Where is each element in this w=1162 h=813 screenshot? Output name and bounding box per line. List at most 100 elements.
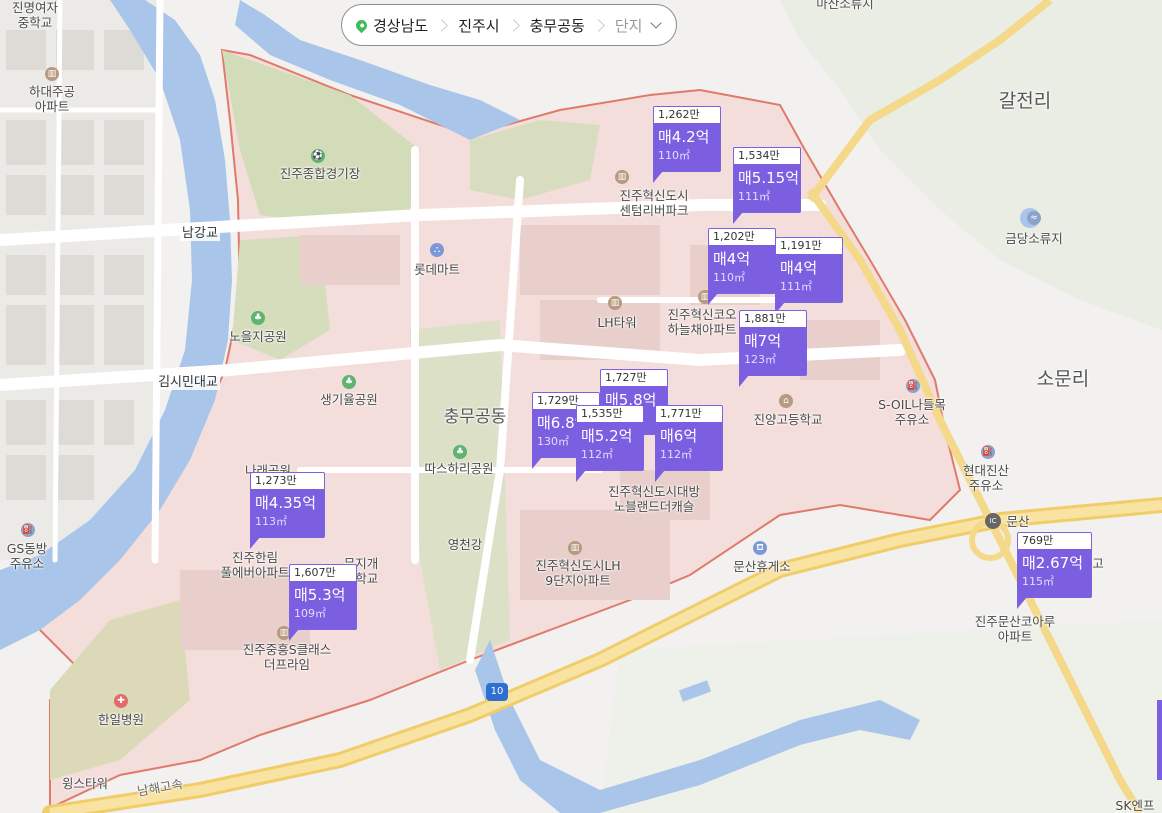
- gas-station-label: SK엔프: [1115, 798, 1155, 813]
- district-label: 충무공동: [529, 16, 585, 35]
- apartment-label: 진주혁신도시 센텀리버파크: [619, 188, 689, 218]
- mart-icon: ⛬: [430, 243, 444, 257]
- hospital-label: 한일병원: [97, 712, 145, 727]
- price-marker[interactable]: 1,262만 매4.2억 110㎡: [653, 106, 721, 183]
- sale-price: 매4억: [713, 250, 751, 268]
- sale-price: 매4.2억: [658, 128, 710, 146]
- building-icon: ▥: [608, 296, 622, 310]
- price-per-pyeong: 1,273만: [255, 474, 297, 487]
- price-per-pyeong: 1,607만: [294, 566, 336, 579]
- rest-area-icon: ⛾: [753, 541, 767, 555]
- area-size: 113㎡: [255, 515, 287, 528]
- price-marker[interactable]: 1,273만매4.35억 113㎡: [250, 472, 325, 549]
- price-marker[interactable]: 769만매2.67억 115㎡: [1017, 532, 1092, 609]
- price-marker[interactable]: 1,771만 매6억 112㎡: [655, 405, 723, 482]
- price-marker[interactable]: 1,535만매5.2억 112㎡: [576, 405, 644, 482]
- area-size: 109㎡: [294, 607, 326, 620]
- park-icon: ♣: [453, 445, 467, 459]
- price-per-pyeong: 1,535만: [581, 407, 623, 420]
- sale-price: 매5.3억: [294, 586, 346, 604]
- gas-station-label: S-OIL나들목 주유소: [878, 397, 946, 427]
- river-label: 영천강: [447, 537, 483, 552]
- price-marker[interactable]: 1,202만매4억 110㎡: [708, 228, 776, 305]
- park-label: 따스하리공원: [424, 461, 494, 476]
- route-10-badge: 10: [486, 683, 508, 701]
- breadcrumb-city[interactable]: 진주시: [458, 15, 499, 36]
- district-label: 충무공동: [443, 407, 507, 427]
- gas-station-label: GS동방 주유소: [6, 541, 48, 571]
- building-label: 윙스타워: [61, 776, 109, 791]
- area-size: 111㎡: [780, 280, 812, 293]
- rest-area-label: 문산휴게소: [733, 559, 791, 574]
- bridge-label: 남강교: [180, 226, 220, 241]
- village-label: 소문리: [1036, 368, 1090, 390]
- area-size: 111㎡: [738, 190, 770, 203]
- location-pin-icon: [353, 17, 370, 33]
- apartment-label: 진주혁신도시LH 9단지아파트: [535, 558, 621, 588]
- apartment-icon: ▥: [45, 67, 59, 81]
- price-marker[interactable]: 1,534만 매5.15억 111㎡: [733, 147, 801, 224]
- province-label: 경상남도: [373, 16, 429, 35]
- chevron-right-icon: [435, 18, 449, 32]
- reservoir-icon: ≈: [1027, 211, 1041, 225]
- sale-price: 매7억: [744, 332, 782, 350]
- location-breadcrumb: 경상남도 진주시 충무공동 단지: [341, 4, 678, 46]
- building-label: LH타워: [597, 315, 637, 330]
- area-size: 112㎡: [660, 448, 692, 461]
- area-size: 115㎡: [1022, 575, 1054, 588]
- gas-station-icon: ⛽: [906, 379, 920, 393]
- price-per-pyeong: 1,881만: [744, 312, 786, 325]
- school-label: 진명여자 중학교: [11, 0, 59, 30]
- sale-price: 매4억: [780, 259, 818, 277]
- gas-station-label: 현대진산 주유소: [962, 463, 1010, 493]
- area-size: 112㎡: [581, 448, 613, 461]
- sale-price: 매2.67억: [1022, 554, 1083, 572]
- price-per-pyeong: 1,727만: [605, 371, 647, 384]
- apartment-label: 진주중흥S클래스 더프라임: [242, 642, 332, 672]
- school-label: 고: [1092, 556, 1104, 571]
- sale-price: 매5.15억: [738, 169, 799, 187]
- hospital-icon: ✚: [114, 694, 128, 708]
- price-marker[interactable]: 1,607만매5.3억 109㎡: [289, 564, 357, 641]
- village-label: 갈전리: [998, 90, 1052, 112]
- chevron-down-icon: [650, 17, 663, 29]
- mart-label: 롯데마트: [413, 262, 461, 277]
- breadcrumb-complex-dropdown[interactable]: 단지: [614, 15, 663, 36]
- school-icon: ⌂: [779, 394, 793, 408]
- bridge-label: 김시민대교: [156, 375, 220, 390]
- sale-price: 매4.35억: [255, 494, 316, 512]
- park-label: 노을지공원: [229, 329, 287, 344]
- gas-station-icon: ⛽: [981, 445, 995, 459]
- breadcrumb-district[interactable]: 충무공동: [530, 15, 585, 36]
- apartment-label: 진주한림 풀에버아파트: [220, 550, 290, 580]
- gas-station-icon: ⛽: [21, 523, 35, 537]
- school-label: 진양고등학교: [753, 412, 823, 427]
- price-per-pyeong: 1,202만: [713, 230, 755, 243]
- apartment-icon: ▥: [568, 541, 582, 555]
- price-per-pyeong: 769만: [1022, 534, 1054, 547]
- stadium-icon: ⚽: [311, 149, 325, 163]
- apartment-label: 진주문산코아루 아파트: [974, 614, 1056, 644]
- apartment-icon: ▥: [615, 170, 629, 184]
- complex-label: 단지: [614, 16, 643, 35]
- price-marker[interactable]: 1,191만 매4억 111㎡: [775, 237, 843, 314]
- city-label: 진주시: [458, 16, 500, 35]
- breadcrumb-province[interactable]: 경상남도: [353, 15, 429, 36]
- park-icon: ♣: [342, 375, 356, 389]
- area-size: 123㎡: [744, 353, 776, 366]
- ic-badge: IC: [985, 513, 1001, 529]
- stadium-label: 진주종합경기장: [279, 166, 361, 181]
- chevron-right-icon: [591, 18, 605, 32]
- sale-price: 매6억: [660, 427, 698, 445]
- price-marker[interactable]: 1,881만매7억 123㎡: [739, 310, 807, 387]
- apartment-label: 진주혁신도시대방 노블랜드더캐슬: [607, 484, 701, 514]
- chevron-right-icon: [506, 18, 520, 32]
- apartment-label: 하대주공 아파트: [28, 84, 76, 114]
- ic-label: 문산: [1006, 514, 1030, 529]
- reservoir-label: 금당소류지: [1005, 231, 1063, 246]
- sale-price: 매5.2억: [581, 427, 633, 445]
- area-size: 110㎡: [658, 149, 690, 162]
- area-size: 110㎡: [713, 271, 745, 284]
- apartment-label: 진주혁신코오 하늘채아파트: [667, 307, 737, 337]
- price-marker-edge[interactable]: [1157, 700, 1162, 780]
